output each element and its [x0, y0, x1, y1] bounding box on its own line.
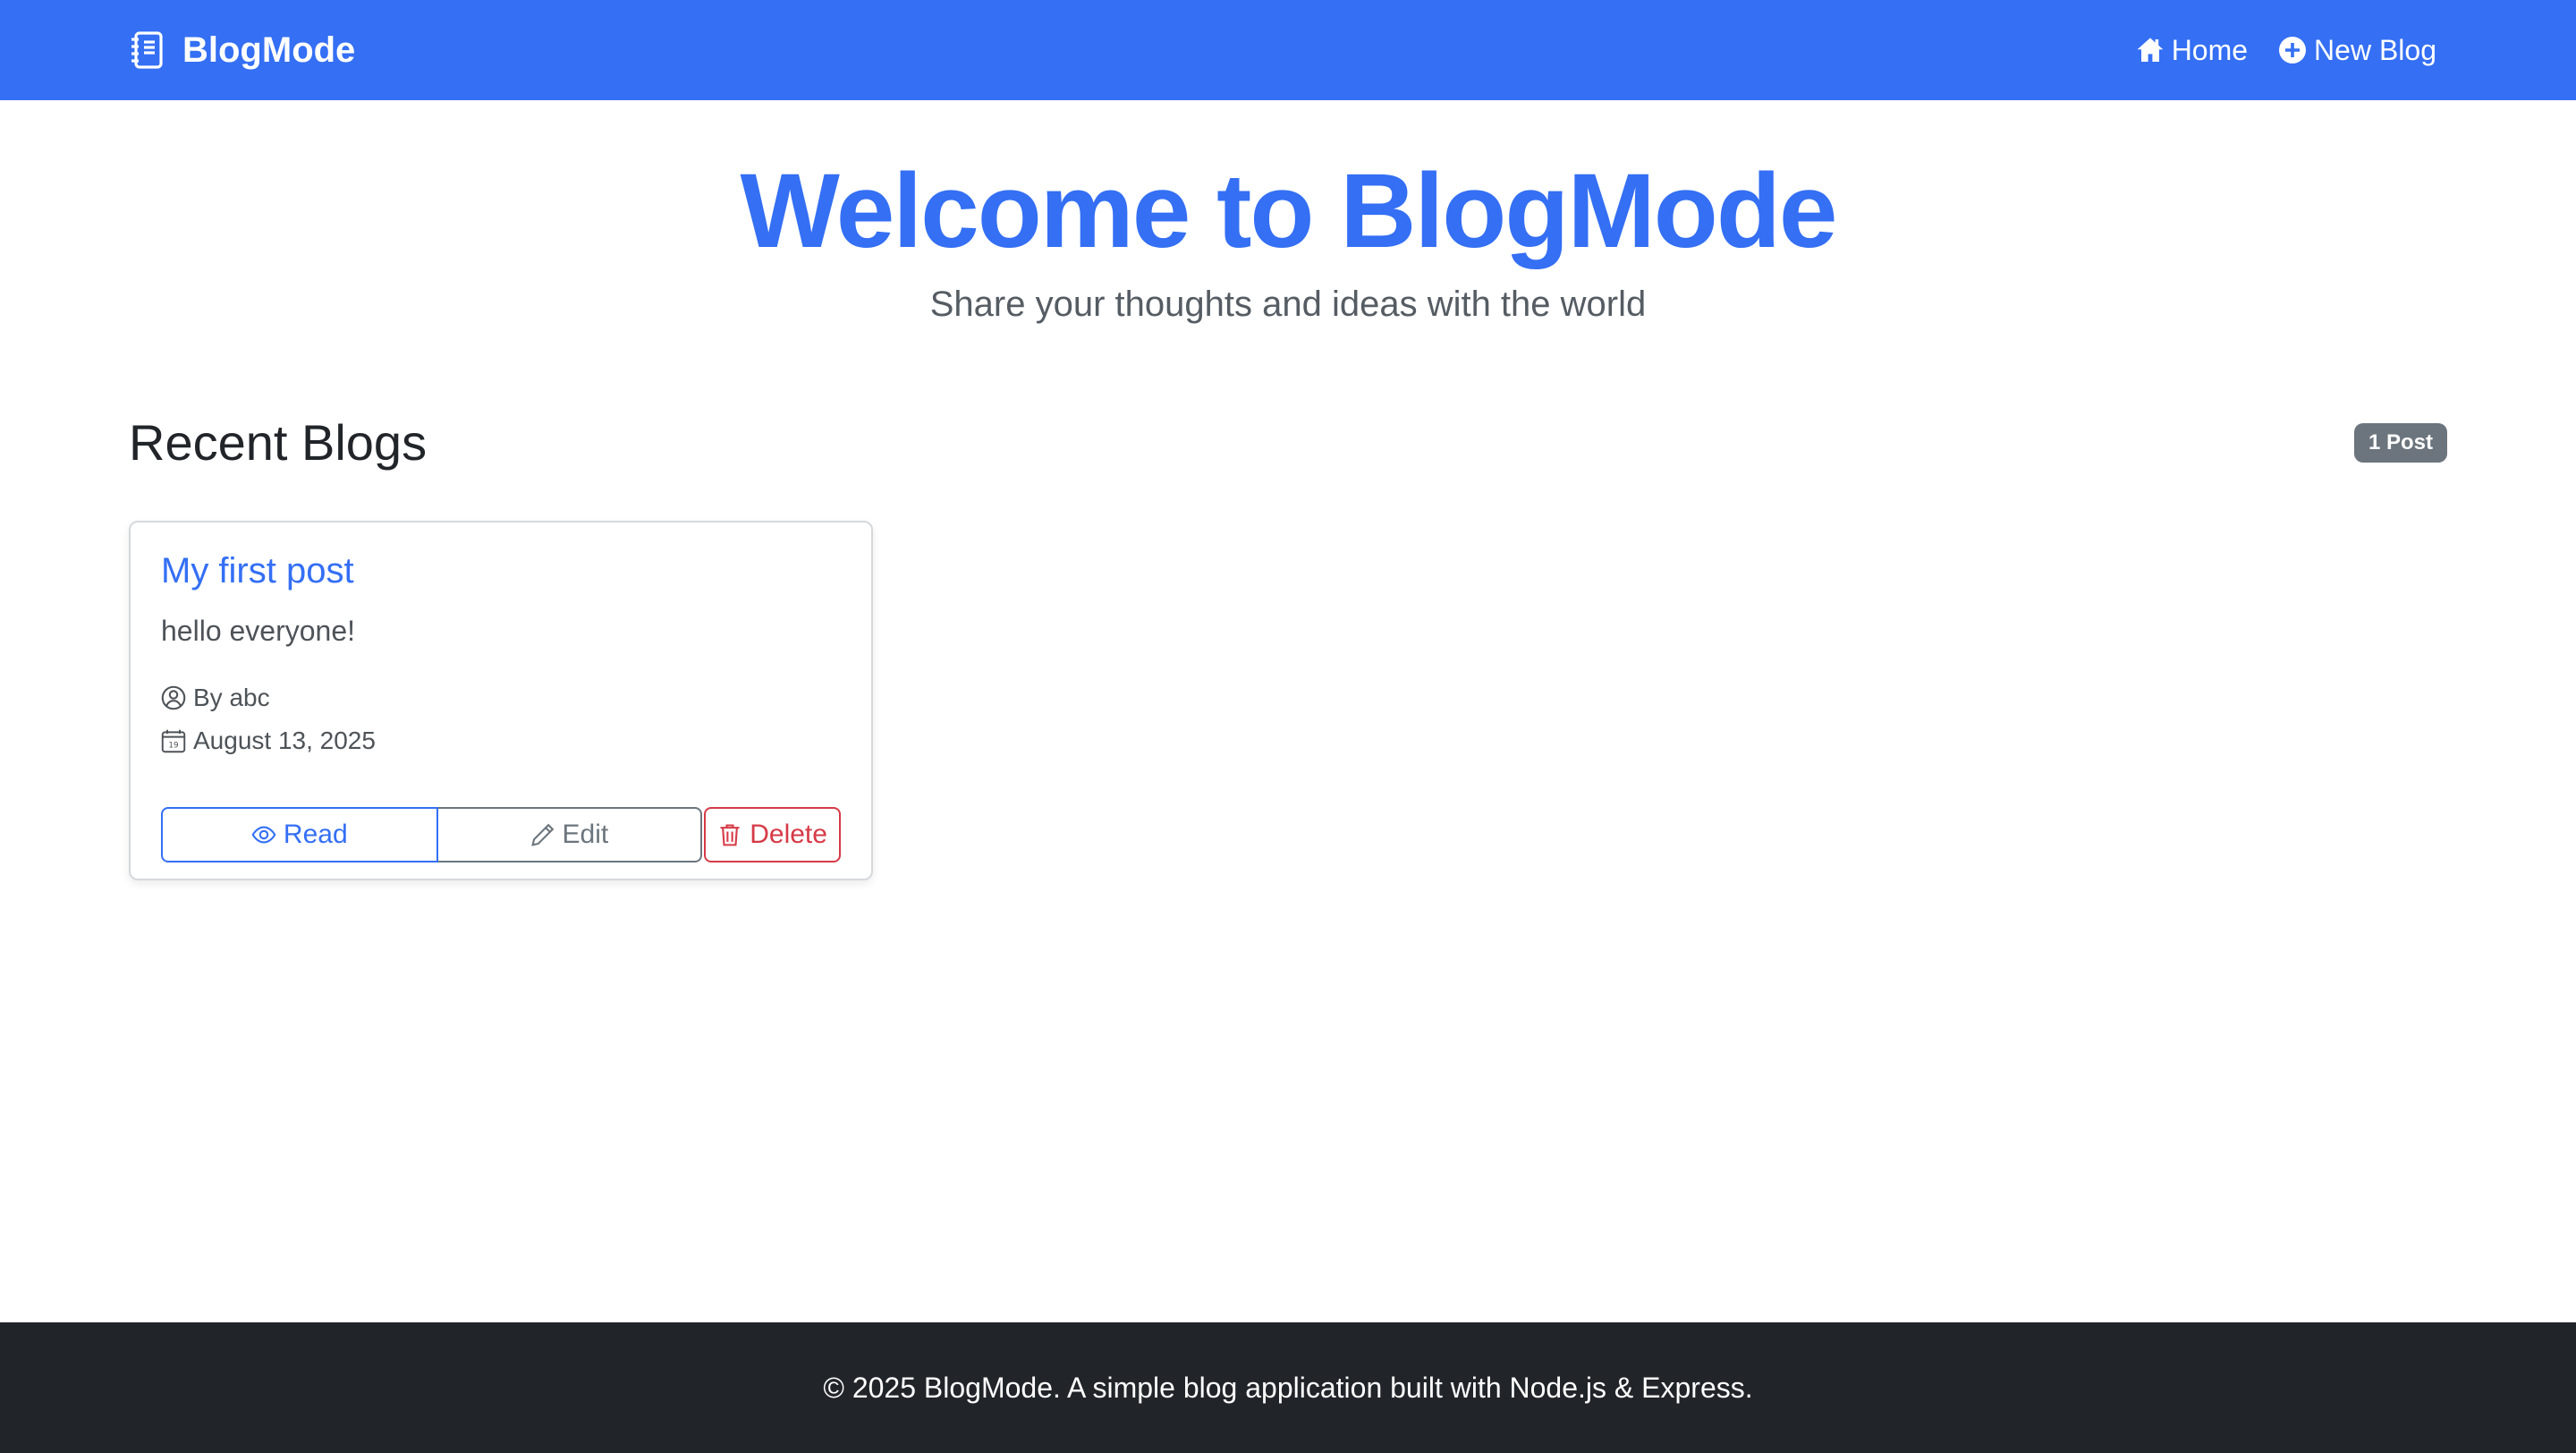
post-count-badge: 1 Post [2353, 422, 2447, 463]
post-actions: Read Edit Delete [161, 807, 841, 862]
house-icon [2137, 38, 2164, 62]
person-circle-icon [161, 685, 186, 710]
eye-icon [251, 826, 276, 844]
post-excerpt: hello everyone! [161, 615, 356, 647]
post-title[interactable]: My first post [161, 551, 841, 591]
delete-button[interactable]: Delete [704, 807, 841, 862]
pencil-icon [530, 823, 554, 846]
hero: Welcome to BlogMode Share your thoughts … [0, 100, 2576, 325]
post-date: 19 August 13, 2025 [161, 726, 841, 755]
read-button-label: Read [283, 820, 348, 849]
footer: © 2025 BlogMode. A simple blog applicati… [0, 1322, 2576, 1453]
nav-new-blog-label: New Blog [2314, 33, 2436, 66]
blog-card: My first post hello everyone! By abc 19 … [129, 521, 873, 880]
navbar: BlogMode Home New Blog [0, 0, 2576, 100]
nav-home-link[interactable]: Home [2136, 34, 2248, 67]
post-author-text: By abc [193, 684, 270, 711]
trash-icon [720, 824, 740, 846]
svg-text:19: 19 [168, 742, 178, 751]
edit-button[interactable]: Edit [437, 807, 703, 862]
section-header: Recent Blogs 1 Post [129, 413, 2447, 472]
read-button[interactable]: Read [161, 807, 438, 862]
post-date-text: August 13, 2025 [193, 726, 376, 754]
section-title: Recent Blogs [129, 414, 428, 471]
post-author: By abc [161, 684, 841, 712]
calendar-icon: 19 [161, 729, 186, 753]
notebook-icon [131, 31, 163, 69]
plus-circle-icon [2279, 37, 2307, 64]
brand-logo[interactable]: BlogMode [129, 30, 355, 71]
brand-name: BlogMode [182, 30, 356, 70]
edit-button-label: Edit [562, 820, 609, 849]
nav-home-label: Home [2171, 33, 2249, 66]
nav-links: Home New Blog [2136, 34, 2436, 67]
delete-button-label: Delete [750, 820, 827, 849]
footer-text: © 2025 BlogMode. A simple blog applicati… [823, 1371, 1753, 1404]
hero-title: Welcome to BlogMode [740, 152, 1837, 270]
nav-new-blog-link[interactable]: New Blog [2278, 34, 2436, 67]
hero-subtitle: Share your thoughts and ideas with the w… [929, 284, 1647, 324]
